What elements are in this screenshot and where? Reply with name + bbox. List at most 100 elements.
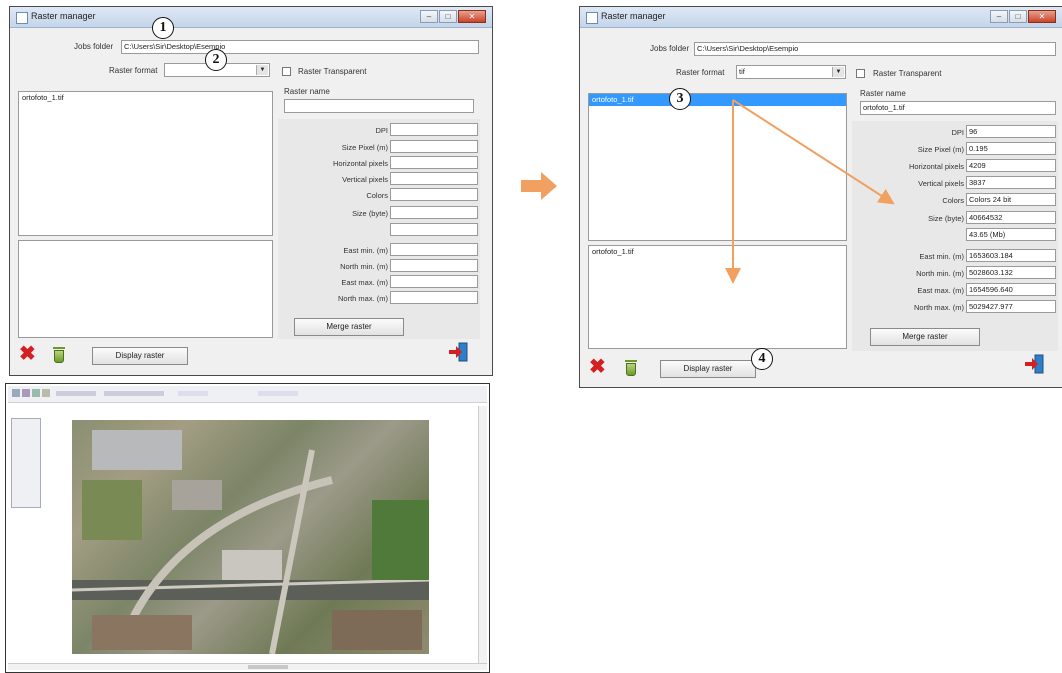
vertical-pixels-label: Vertical pixels <box>342 175 388 184</box>
raster-viewer-window <box>5 383 490 673</box>
maximize-button[interactable]: □ <box>439 10 457 23</box>
vertical-pixels-field: 3837 <box>966 176 1056 189</box>
step-badge-3: 3 <box>669 88 691 110</box>
app-icon <box>586 12 598 24</box>
dpi-label: DPI <box>375 126 388 135</box>
colors-field <box>390 188 478 201</box>
step-badge-2: 2 <box>205 49 227 71</box>
colors-label: Colors <box>366 191 388 200</box>
size-pixel-field <box>390 140 478 153</box>
horizontal-pixels-label: Horizontal pixels <box>332 159 388 168</box>
north-max-field: 5029427.977 <box>966 300 1056 313</box>
delete-icon[interactable]: ✖ <box>589 357 606 377</box>
chevron-down-icon[interactable]: ▼ <box>256 65 268 75</box>
jobs-folder-input[interactable]: C:\Users\Sir\Desktop\Esempio <box>694 42 1056 56</box>
raster-transparent-label: Raster Transparent <box>873 69 942 78</box>
display-raster-button[interactable]: Display raster <box>92 347 188 365</box>
tool-palette[interactable] <box>11 418 41 508</box>
size-mb-field <box>390 223 478 236</box>
trash-icon[interactable] <box>53 347 65 363</box>
raster-format-label: Raster format <box>109 66 158 75</box>
vertical-pixels-label: Vertical pixels <box>918 179 964 188</box>
raster-format-label: Raster format <box>676 68 725 77</box>
title-bar: Raster manager – □ ✕ <box>580 7 1062 28</box>
east-min-field <box>390 243 478 256</box>
horizontal-pixels-field: 4209 <box>966 159 1056 172</box>
size-byte-field: 40664532 <box>966 211 1056 224</box>
north-min-label: North min. (m) <box>340 262 388 271</box>
size-byte-label: Size (byte) <box>352 209 388 218</box>
raster-selected-list[interactable] <box>18 240 273 338</box>
raster-transparent-checkbox[interactable] <box>856 69 865 78</box>
size-byte-field <box>390 206 478 219</box>
aerial-map-image <box>72 420 429 654</box>
raster-name-field[interactable] <box>284 99 474 113</box>
vertical-pixels-field <box>390 172 478 185</box>
north-max-field <box>390 291 478 304</box>
size-pixel-field: 0.195 <box>966 142 1056 155</box>
east-max-label: East max. (m) <box>917 286 964 295</box>
raster-info-panel: DPI Size Pixel (m) Horizontal pixels Ver… <box>278 119 480 339</box>
raster-name-label: Raster name <box>284 87 330 96</box>
size-mb-field: 43.65 (Mb) <box>966 228 1056 241</box>
list-item[interactable]: ortofoto_1.tif <box>19 92 272 104</box>
dpi-field <box>390 123 478 136</box>
size-pixel-label: Size Pixel (m) <box>341 143 388 152</box>
east-min-label: East min. (m) <box>919 252 964 261</box>
raster-format-value: tif <box>739 67 745 76</box>
north-max-label: North max. (m) <box>337 294 388 303</box>
east-max-field: 1654596.640 <box>966 283 1056 296</box>
step-badge-1: 1 <box>152 17 174 39</box>
dialog-body: Jobs folder C:\Users\Sir\Desktop\Esempio… <box>14 29 488 371</box>
scroll-thumb[interactable] <box>248 665 288 669</box>
horizontal-scrollbar[interactable] <box>8 663 487 670</box>
jobs-folder-label: Jobs folder <box>74 42 114 51</box>
minimize-button[interactable]: – <box>420 10 438 23</box>
jobs-folder-input[interactable]: C:\Users\Sir\Desktop\Esempio <box>121 40 479 54</box>
app-icon <box>16 12 28 24</box>
dpi-label: DPI <box>951 128 964 137</box>
raster-file-list[interactable]: ortofoto_1.tif <box>18 91 273 236</box>
east-min-label: East min. (m) <box>343 246 388 255</box>
north-min-field: 5028603.132 <box>966 266 1056 279</box>
size-byte-label: Size (byte) <box>928 214 964 223</box>
north-min-field <box>390 259 478 272</box>
horizontal-pixels-field <box>390 156 478 169</box>
size-pixel-label: Size Pixel (m) <box>917 145 964 154</box>
dpi-field: 96 <box>966 125 1056 138</box>
vertical-scrollbar[interactable] <box>478 406 487 664</box>
colors-field: Colors 24 bit <box>966 193 1056 206</box>
step-badge-4: 4 <box>751 348 773 370</box>
display-raster-button[interactable]: Display raster <box>660 360 756 378</box>
trash-icon[interactable] <box>625 360 637 376</box>
raster-manager-window-left: Raster manager – □ ✕ Jobs folder C:\User… <box>9 6 493 376</box>
viewer-toolbar <box>8 386 487 403</box>
arrow-right-icon <box>521 172 557 200</box>
window-title: Raster manager <box>31 11 96 21</box>
east-max-label: East max. (m) <box>341 278 388 287</box>
north-max-label: North max. (m) <box>913 303 964 312</box>
title-bar: Raster manager – □ ✕ <box>10 7 492 28</box>
toolbar-icons[interactable] <box>8 386 478 402</box>
colors-label: Colors <box>942 196 964 205</box>
raster-transparent-checkbox[interactable] <box>282 67 291 76</box>
east-min-field: 1653603.184 <box>966 249 1056 262</box>
north-min-label: North min. (m) <box>916 269 964 278</box>
exit-icon[interactable] <box>448 341 470 363</box>
raster-transparent-label: Raster Transparent <box>298 67 367 76</box>
merge-raster-button[interactable]: Merge raster <box>870 328 980 346</box>
close-button[interactable]: ✕ <box>458 10 486 23</box>
minimize-button[interactable]: – <box>990 10 1008 23</box>
horizontal-pixels-label: Horizontal pixels <box>908 162 964 171</box>
maximize-button[interactable]: □ <box>1009 10 1027 23</box>
merge-raster-button[interactable]: Merge raster <box>294 318 404 336</box>
annotation-arrows <box>725 99 895 284</box>
delete-icon[interactable]: ✖ <box>19 344 36 364</box>
jobs-folder-label: Jobs folder <box>650 44 690 53</box>
east-max-field <box>390 275 478 288</box>
window-title: Raster manager <box>601 11 666 21</box>
exit-icon[interactable] <box>1024 353 1046 375</box>
raster-format-select[interactable]: tif ▼ <box>736 65 846 79</box>
close-button[interactable]: ✕ <box>1028 10 1056 23</box>
chevron-down-icon[interactable]: ▼ <box>832 67 844 77</box>
